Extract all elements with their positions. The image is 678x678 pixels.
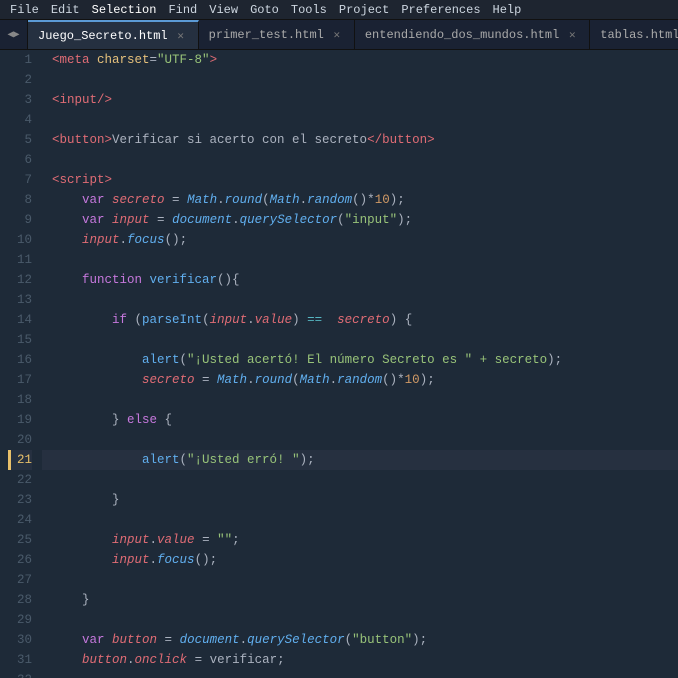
- line-num-19: 19: [8, 410, 32, 430]
- line-num-28: 28: [8, 590, 32, 610]
- menu-tools[interactable]: Tools: [285, 0, 333, 19]
- tab-close-icon[interactable]: ✕: [565, 28, 579, 42]
- tab-close-icon[interactable]: ✕: [330, 28, 344, 42]
- code-line-1: <meta charset="UTF-8">: [42, 50, 678, 70]
- line-num-5: 5: [8, 130, 32, 150]
- code-line-30: var button = document.querySelector("but…: [42, 630, 678, 650]
- tab-primer-test[interactable]: primer_test.html ✕: [199, 20, 355, 49]
- code-content[interactable]: <meta charset="UTF-8"> <input/> <button>…: [42, 50, 678, 678]
- code-line-14: if (parseInt(input.value) == secreto) {: [42, 310, 678, 330]
- menu-preferences[interactable]: Preferences: [395, 0, 486, 19]
- line-num-27: 27: [8, 570, 32, 590]
- code-line-28: }: [42, 590, 678, 610]
- code-line-15: [42, 330, 678, 350]
- code-line-9: var input = document.querySelector("inpu…: [42, 210, 678, 230]
- tab-label: primer_test.html: [209, 28, 324, 42]
- code-line-7: <script>: [42, 170, 678, 190]
- code-line-20: [42, 430, 678, 450]
- tab-tablas[interactable]: tablas.html: [590, 20, 678, 49]
- editor: 1 2 3 4 5 6 7 8 9 10 11 12 13 14 15 16 1…: [0, 50, 678, 678]
- code-line-21: alert("¡Usted erró! ");: [42, 450, 678, 470]
- line-num-10: 10: [8, 230, 32, 250]
- line-num-6: 6: [8, 150, 32, 170]
- code-line-6: [42, 150, 678, 170]
- code-line-27: [42, 570, 678, 590]
- code-line-24: [42, 510, 678, 530]
- line-num-14: 14: [8, 310, 32, 330]
- line-numbers: 1 2 3 4 5 6 7 8 9 10 11 12 13 14 15 16 1…: [0, 50, 42, 678]
- menu-project[interactable]: Project: [333, 0, 395, 19]
- menu-find[interactable]: Find: [162, 0, 203, 19]
- code-line-11: [42, 250, 678, 270]
- code-line-23: }: [42, 490, 678, 510]
- menubar: File Edit Selection Find View Goto Tools…: [0, 0, 678, 20]
- code-line-12: function verificar(){: [42, 270, 678, 290]
- code-line-32: [42, 670, 678, 678]
- code-line-3: <input/>: [42, 90, 678, 110]
- line-num-26: 26: [8, 550, 32, 570]
- line-num-1: 1: [8, 50, 32, 70]
- code-line-10: input.focus();: [42, 230, 678, 250]
- line-num-20: 20: [8, 430, 32, 450]
- code-line-31: button.onclick = verificar;: [42, 650, 678, 670]
- line-num-29: 29: [8, 610, 32, 630]
- line-num-7: 7: [8, 170, 32, 190]
- menu-goto[interactable]: Goto: [244, 0, 285, 19]
- tab-entendiendo[interactable]: entendiendo_dos_mundos.html ✕: [355, 20, 590, 49]
- line-num-16: 16: [8, 350, 32, 370]
- code-line-18: [42, 390, 678, 410]
- code-line-13: [42, 290, 678, 310]
- line-num-25: 25: [8, 530, 32, 550]
- line-num-18: 18: [8, 390, 32, 410]
- line-num-12: 12: [8, 270, 32, 290]
- code-line-16: alert("¡Usted acertó! El número Secreto …: [42, 350, 678, 370]
- code-line-26: input.focus();: [42, 550, 678, 570]
- line-num-13: 13: [8, 290, 32, 310]
- menu-view[interactable]: View: [203, 0, 244, 19]
- code-line-19: } else {: [42, 410, 678, 430]
- line-num-32: 32: [8, 670, 32, 678]
- line-num-21: 21: [8, 450, 32, 470]
- menu-edit[interactable]: Edit: [45, 0, 86, 19]
- code-line-22: [42, 470, 678, 490]
- tab-label: Juego_Secreto.html: [38, 29, 168, 43]
- line-num-23: 23: [8, 490, 32, 510]
- menu-selection[interactable]: Selection: [86, 0, 163, 19]
- menu-help[interactable]: Help: [487, 0, 528, 19]
- line-num-9: 9: [8, 210, 32, 230]
- code-line-2: [42, 70, 678, 90]
- line-num-31: 31: [8, 650, 32, 670]
- line-num-4: 4: [8, 110, 32, 130]
- code-line-8: var secreto = Math.round(Math.random()*1…: [42, 190, 678, 210]
- code-line-29: [42, 610, 678, 630]
- line-num-17: 17: [8, 370, 32, 390]
- line-num-8: 8: [8, 190, 32, 210]
- code-line-25: input.value = "";: [42, 530, 678, 550]
- tabbar: ◀▶ Juego_Secreto.html ✕ primer_test.html…: [0, 20, 678, 50]
- tab-nav-prev[interactable]: ◀▶: [0, 20, 28, 50]
- line-num-22: 22: [8, 470, 32, 490]
- tab-label: entendiendo_dos_mundos.html: [365, 28, 559, 42]
- code-line-17: secreto = Math.round(Math.random()*10);: [42, 370, 678, 390]
- tab-label: tablas.html: [600, 28, 678, 42]
- code-line-4: [42, 110, 678, 130]
- code-line-5: <button>Verificar si acerto con el secre…: [42, 130, 678, 150]
- line-num-30: 30: [8, 630, 32, 650]
- line-num-24: 24: [8, 510, 32, 530]
- tab-juego-secreto[interactable]: Juego_Secreto.html ✕: [28, 20, 199, 49]
- line-num-15: 15: [8, 330, 32, 350]
- line-num-3: 3: [8, 90, 32, 110]
- menu-file[interactable]: File: [4, 0, 45, 19]
- line-num-11: 11: [8, 250, 32, 270]
- tab-close-icon[interactable]: ✕: [174, 29, 188, 43]
- line-num-2: 2: [8, 70, 32, 90]
